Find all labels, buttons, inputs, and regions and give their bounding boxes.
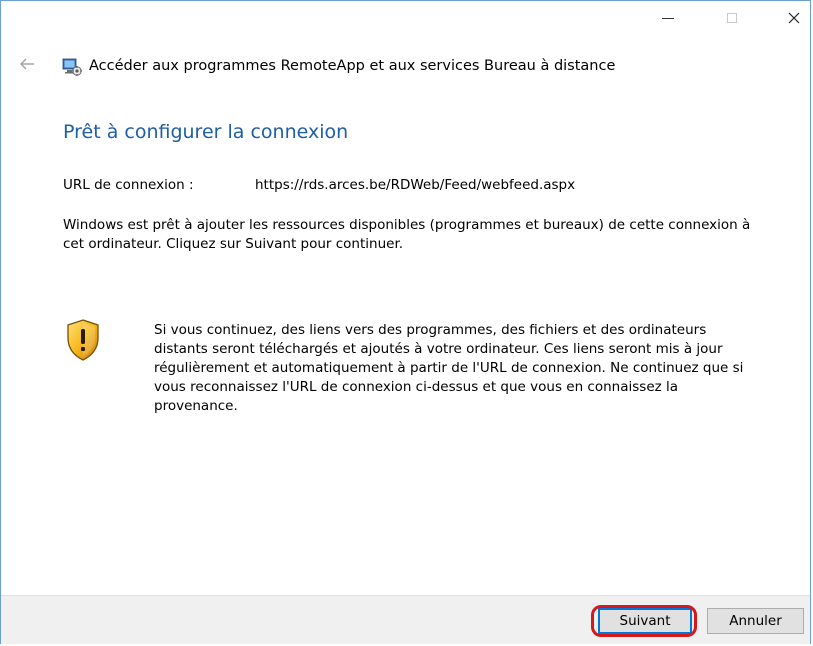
minimize-button[interactable] [645, 3, 691, 33]
title-bar [1, 1, 810, 33]
intro-text: Windows est prêt à ajouter les ressource… [63, 217, 751, 252]
maximize-button[interactable] [709, 3, 755, 33]
cancel-button[interactable]: Annuler [707, 608, 804, 634]
minimize-icon [662, 17, 674, 19]
wizard-footer: Suivant Annuler [1, 595, 810, 644]
remoteapp-icon [62, 57, 82, 77]
maximize-icon [727, 13, 737, 23]
close-button[interactable] [771, 3, 813, 33]
next-button[interactable]: Suivant [598, 608, 692, 634]
wizard-header: Accéder aux programmes RemoteApp et aux … [1, 53, 801, 83]
warning-text: Si vous continuez, des liens vers des pr… [154, 322, 744, 414]
back-button[interactable] [19, 56, 41, 78]
page-title: Prêt à configurer la connexion [63, 121, 349, 143]
close-icon [788, 12, 800, 24]
dialog-window: Accéder aux programmes RemoteApp et aux … [0, 0, 811, 644]
url-value: https://rds.arces.be/RDWeb/Feed/webfeed.… [255, 177, 576, 193]
back-arrow-icon [20, 58, 34, 70]
header-title: Accéder aux programmes RemoteApp et aux … [89, 58, 616, 74]
url-label: URL de connexion : [63, 177, 194, 193]
shield-warning-icon [65, 319, 101, 361]
